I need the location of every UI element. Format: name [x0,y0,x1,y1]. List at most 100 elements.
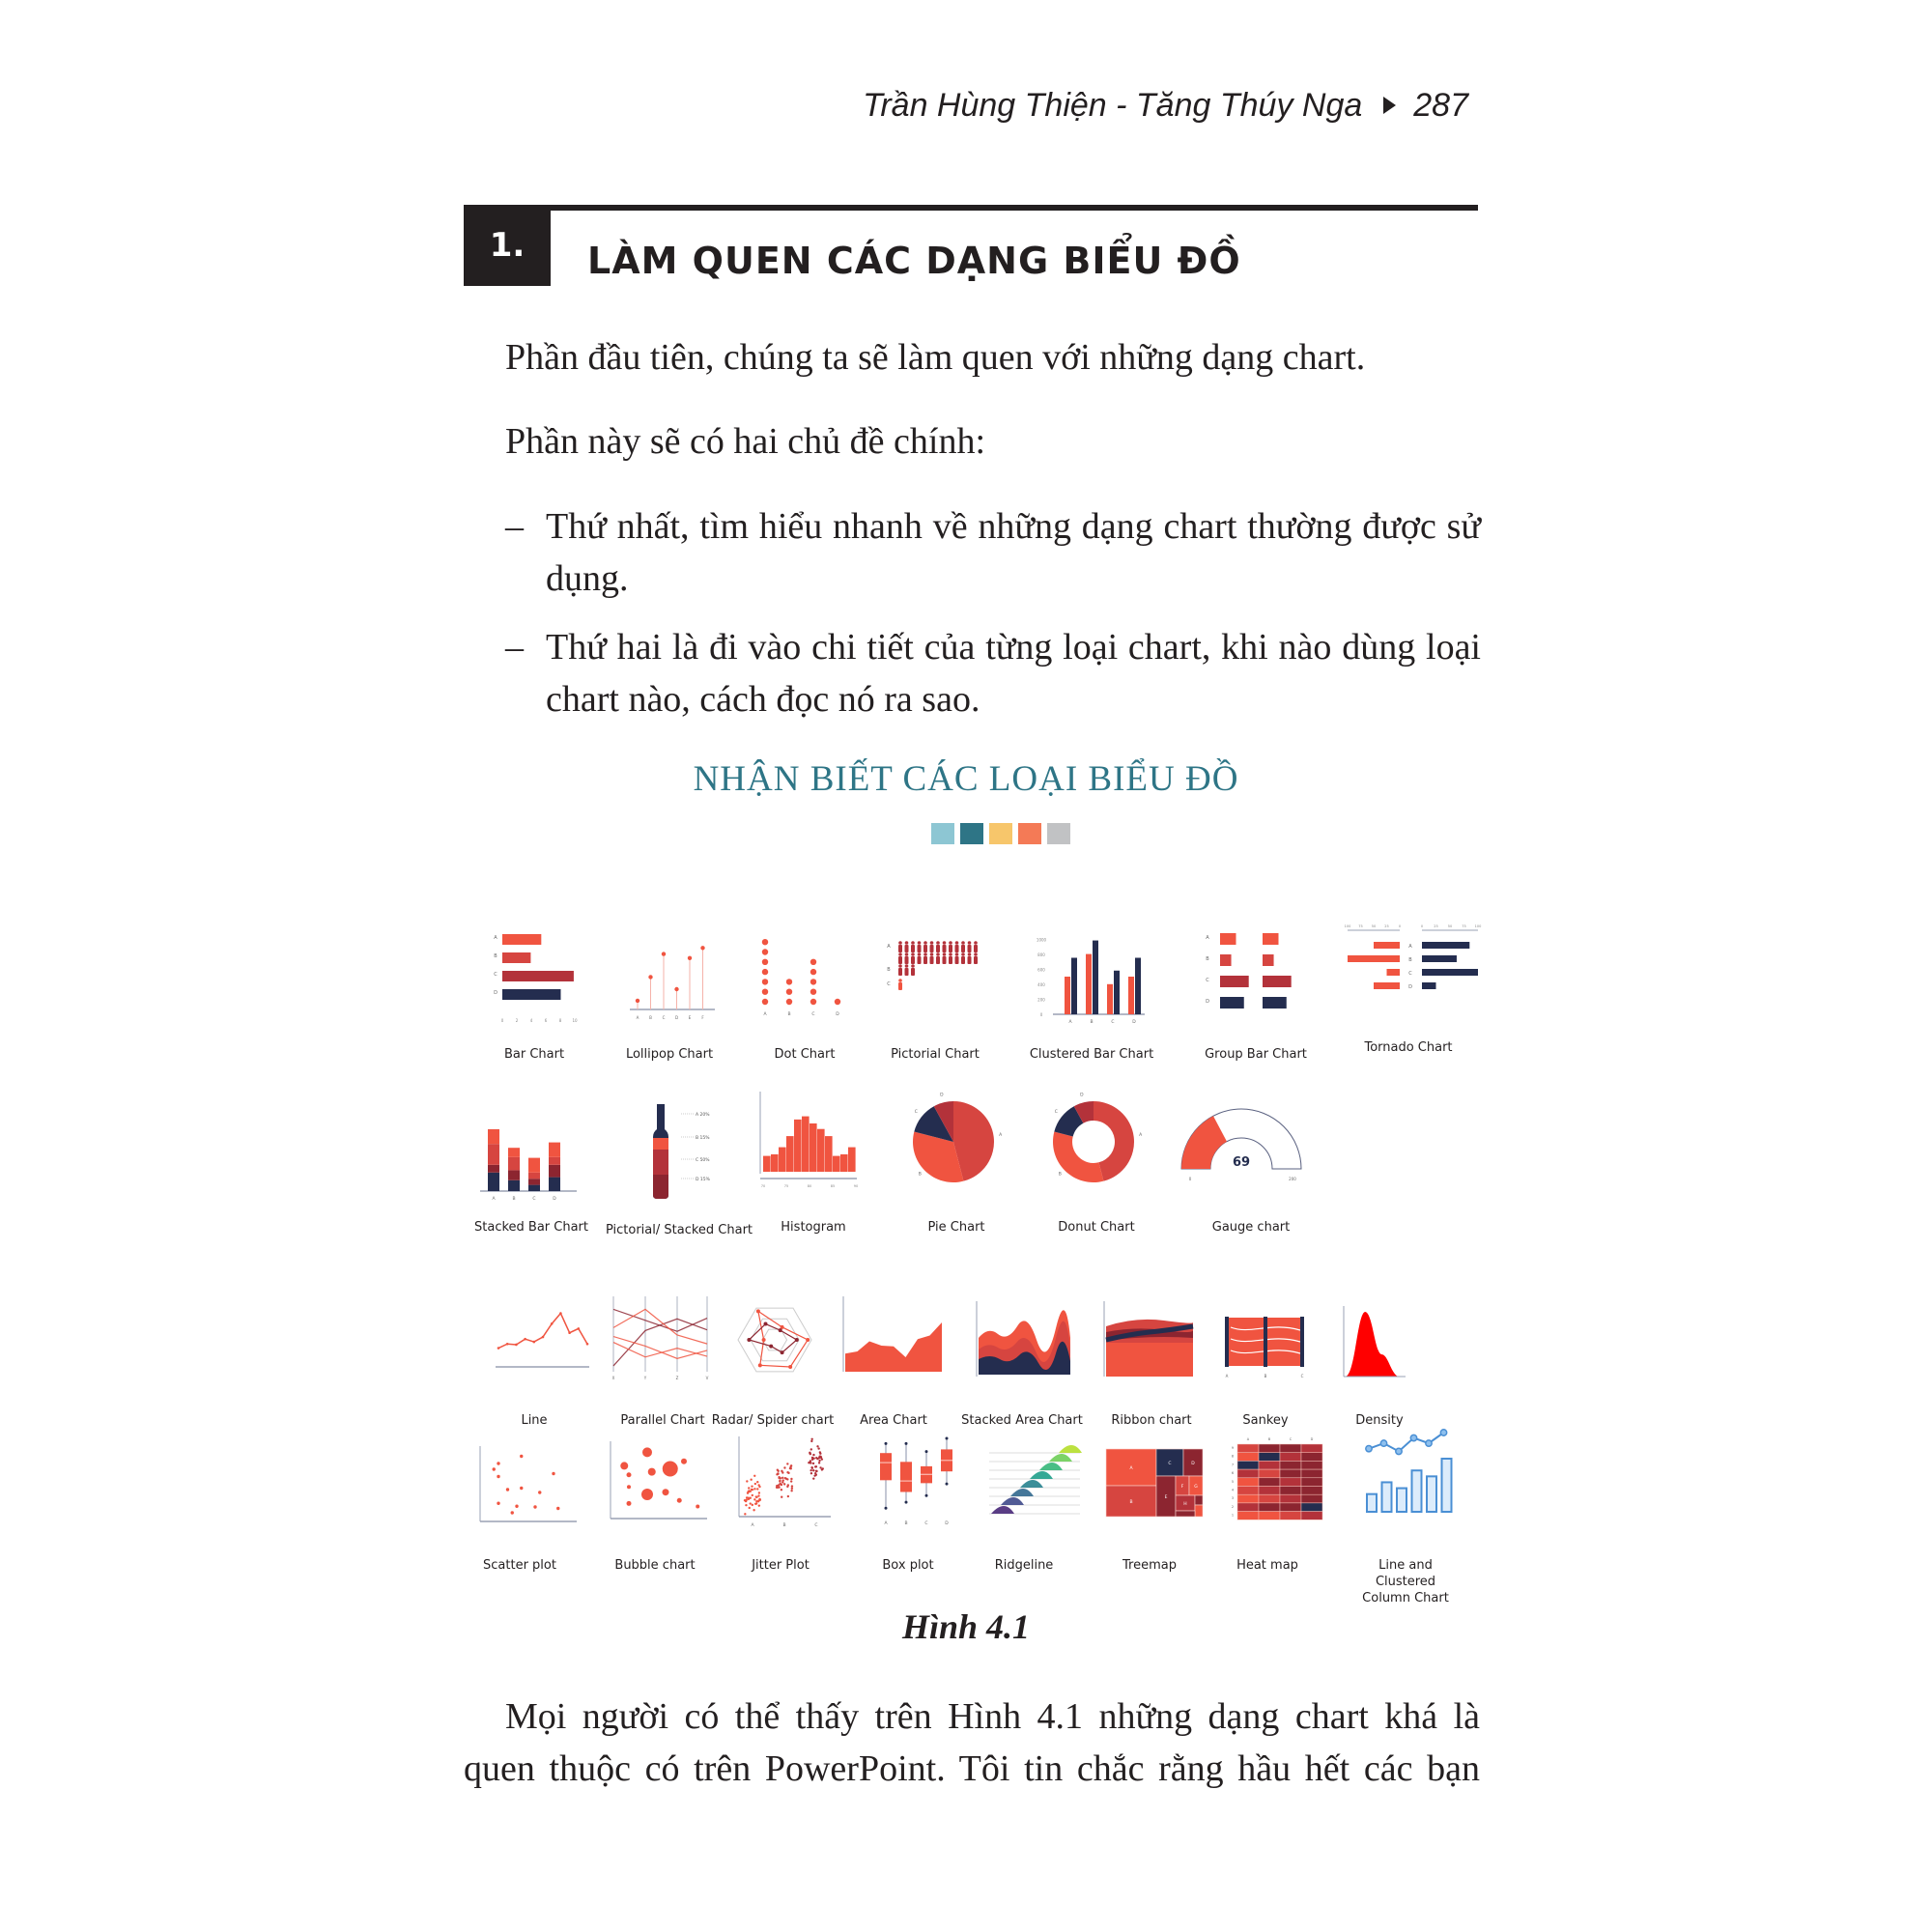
line-point [524,1337,526,1341]
jitter-point [749,1490,752,1493]
axis-label: Y [643,1376,647,1380]
slice-label: D [940,1093,944,1098]
person-icon [974,956,978,964]
category-label: E [689,1015,692,1020]
bar-segment [508,1148,520,1157]
jitter-point [816,1457,819,1461]
category-label: C [1111,1019,1114,1025]
jitter-point [779,1479,781,1483]
tick-label: 90 [854,1184,858,1188]
chart-svg-group: A B C D [1206,933,1292,1009]
person-icon [949,945,952,952]
category-label: A [492,1196,496,1202]
bar [1220,997,1244,1009]
jitter-point [781,1481,784,1484]
bar [1220,976,1249,987]
tick-label: 4 [530,1018,533,1023]
jitter-point [810,1472,813,1475]
tick-label: 0 [1421,924,1423,928]
jitter-point [810,1456,814,1460]
person-icon [961,941,965,945]
chart-label: Pictorial/ Stacked Chart [605,1223,753,1237]
chart-svg-area [842,1296,942,1372]
chart-svg-pie: A B C D [913,1093,1003,1182]
cell-label: B [1129,1499,1132,1505]
bar-left [1386,969,1400,976]
bar [1086,953,1092,1014]
lollipop-dot [700,946,705,951]
chart-label: Lollipop Chart [625,1047,714,1062]
jitter-point [748,1487,751,1490]
category-label: A [751,1522,754,1528]
ridge-curve [1020,1480,1043,1488]
person-icon [923,956,927,964]
heatmap-cell [1236,1452,1260,1462]
bar-segment [508,1156,520,1171]
chart-svg-scatter [479,1446,577,1522]
heatmap-cell [1279,1502,1302,1512]
jitter-point [786,1494,790,1498]
jitter-point [753,1488,756,1491]
chart-svg-donut: A B C D [1053,1093,1143,1182]
ridge-curve [1030,1471,1053,1479]
bar [1263,954,1274,966]
radar-series [748,1322,798,1353]
tick-label: 600 [1037,968,1045,973]
chart-label: Stacked Area Chart [961,1413,1083,1428]
histogram-bin [802,1116,810,1172]
chart-thumbnail-sankey: A B C [1217,1314,1309,1386]
jitter-point [786,1485,789,1489]
chart-svg-radar [737,1307,812,1373]
jitter-point [789,1480,793,1483]
column-bar [1366,1492,1378,1513]
bubble [662,1461,678,1477]
jitter-point [813,1465,817,1468]
person-icon [942,952,947,956]
bar-segment [508,1170,520,1180]
histogram-bin [840,1153,848,1172]
dot [761,968,769,976]
column-label: A [1247,1437,1250,1441]
bar [1220,933,1236,945]
chart-svg-clustered: 0 200 400 600 800 1000 A B C D [1037,938,1145,1025]
category-label: A 20% [696,1112,710,1118]
jitter-point [753,1509,755,1512]
cell-label: C [1168,1461,1171,1466]
bar-segment [549,1156,560,1165]
bar [1065,977,1070,1014]
person-icon [904,956,909,964]
heatmap-cell [1279,1461,1302,1470]
person-icon [942,956,947,964]
chart-label: Line [521,1413,548,1428]
chart-label: Scatter plot [483,1558,556,1573]
slice-label: A [1139,1132,1143,1138]
jitter-point [756,1488,759,1491]
chart-thumbnail-bubble [599,1439,707,1531]
scatter-point [552,1471,555,1476]
heatmap-cell [1258,1452,1281,1462]
dot [761,979,769,985]
category-label: C [1408,971,1412,977]
dot [834,998,841,1006]
bar-segment [528,1157,540,1173]
treemap-cell [1194,1494,1204,1506]
bottle-segment [653,1138,668,1150]
cell-label: G [1194,1484,1198,1490]
row-label: 4 [1232,1489,1235,1492]
histogram-bin [763,1155,771,1172]
histogram-bin [825,1136,833,1172]
dot [785,998,793,1006]
scatter-point [515,1504,519,1508]
heatmap-cell [1236,1443,1260,1453]
heatmap-cell [1236,1477,1260,1487]
ridge-curve [991,1506,1014,1514]
bar-left [1348,955,1400,962]
radar-point [778,1328,782,1333]
radar-point [788,1364,793,1369]
bar [1071,957,1077,1014]
bubble [662,1489,669,1496]
category-label: A [637,1015,639,1020]
person-icon [954,956,959,964]
chart-svg-stacked: A B C D [480,1129,577,1202]
person-icon [974,952,978,956]
